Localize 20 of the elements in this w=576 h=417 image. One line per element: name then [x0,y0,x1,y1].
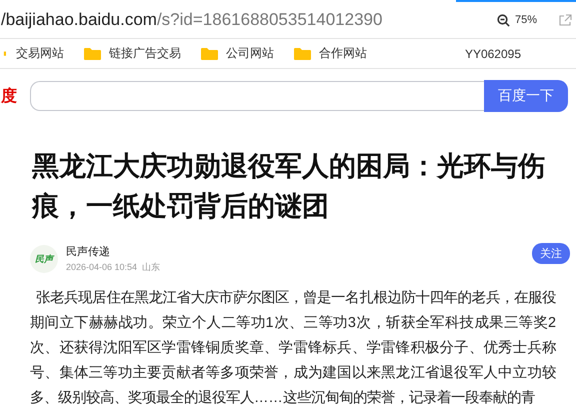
share-icon[interactable] [559,14,572,26]
article-title: 黑龙江大庆功勋退役军人的困局：光环与伤痕，一纸处罚背后的谜团 [32,150,546,223]
folder-icon [84,47,101,60]
logo-text[interactable]: 度 [1,86,30,106]
author-name[interactable]: 民声传递 [66,244,524,259]
zoom-out-icon[interactable] [496,14,510,26]
bookmark-item[interactable]: 链接广告交易 [84,45,181,62]
follow-button[interactable]: 关注 [532,242,570,264]
article-paragraph: 张老兵现居住在黑龙江省大庆市萨尔图区，曾是一名扎根边防十四年的老兵，在服役期间立下赫赫战功。荣立个人二等功1次、三等功3次，斩获全军科技成果三等奖2次、还获得沈阳军区学雷锋铜质奖章、学雷锋标兵、学雷锋积极分子、优秀士兵称号、集体三等功主要贡献者等多项荣誉，成为建国以来黑龙江省退役军人中立功较多、级别较高、奖项最全的退役军人……这些沉甸甸的荣誉，记录着一段奉献的青 [30,288,556,408]
search-field[interactable] [30,81,484,111]
publish-meta: 2026-04-06 10:54 山东 [66,261,162,274]
bookmark-item[interactable]: 交易网站 [16,45,64,62]
search-button[interactable]: 百度一下 [484,80,568,112]
folder-icon [294,47,311,60]
bookmark-label: YY062095 [464,46,521,60]
zoom-level: 75% [514,14,537,26]
folder-icon [201,47,218,60]
bookmark-item[interactable]: 公司网站 [201,45,274,62]
url-text[interactable]: /baijiahao.baidu.com/s?id=1861688053514012390 [1,10,497,30]
bookmark-item[interactable]: 合作网站 [294,45,367,62]
